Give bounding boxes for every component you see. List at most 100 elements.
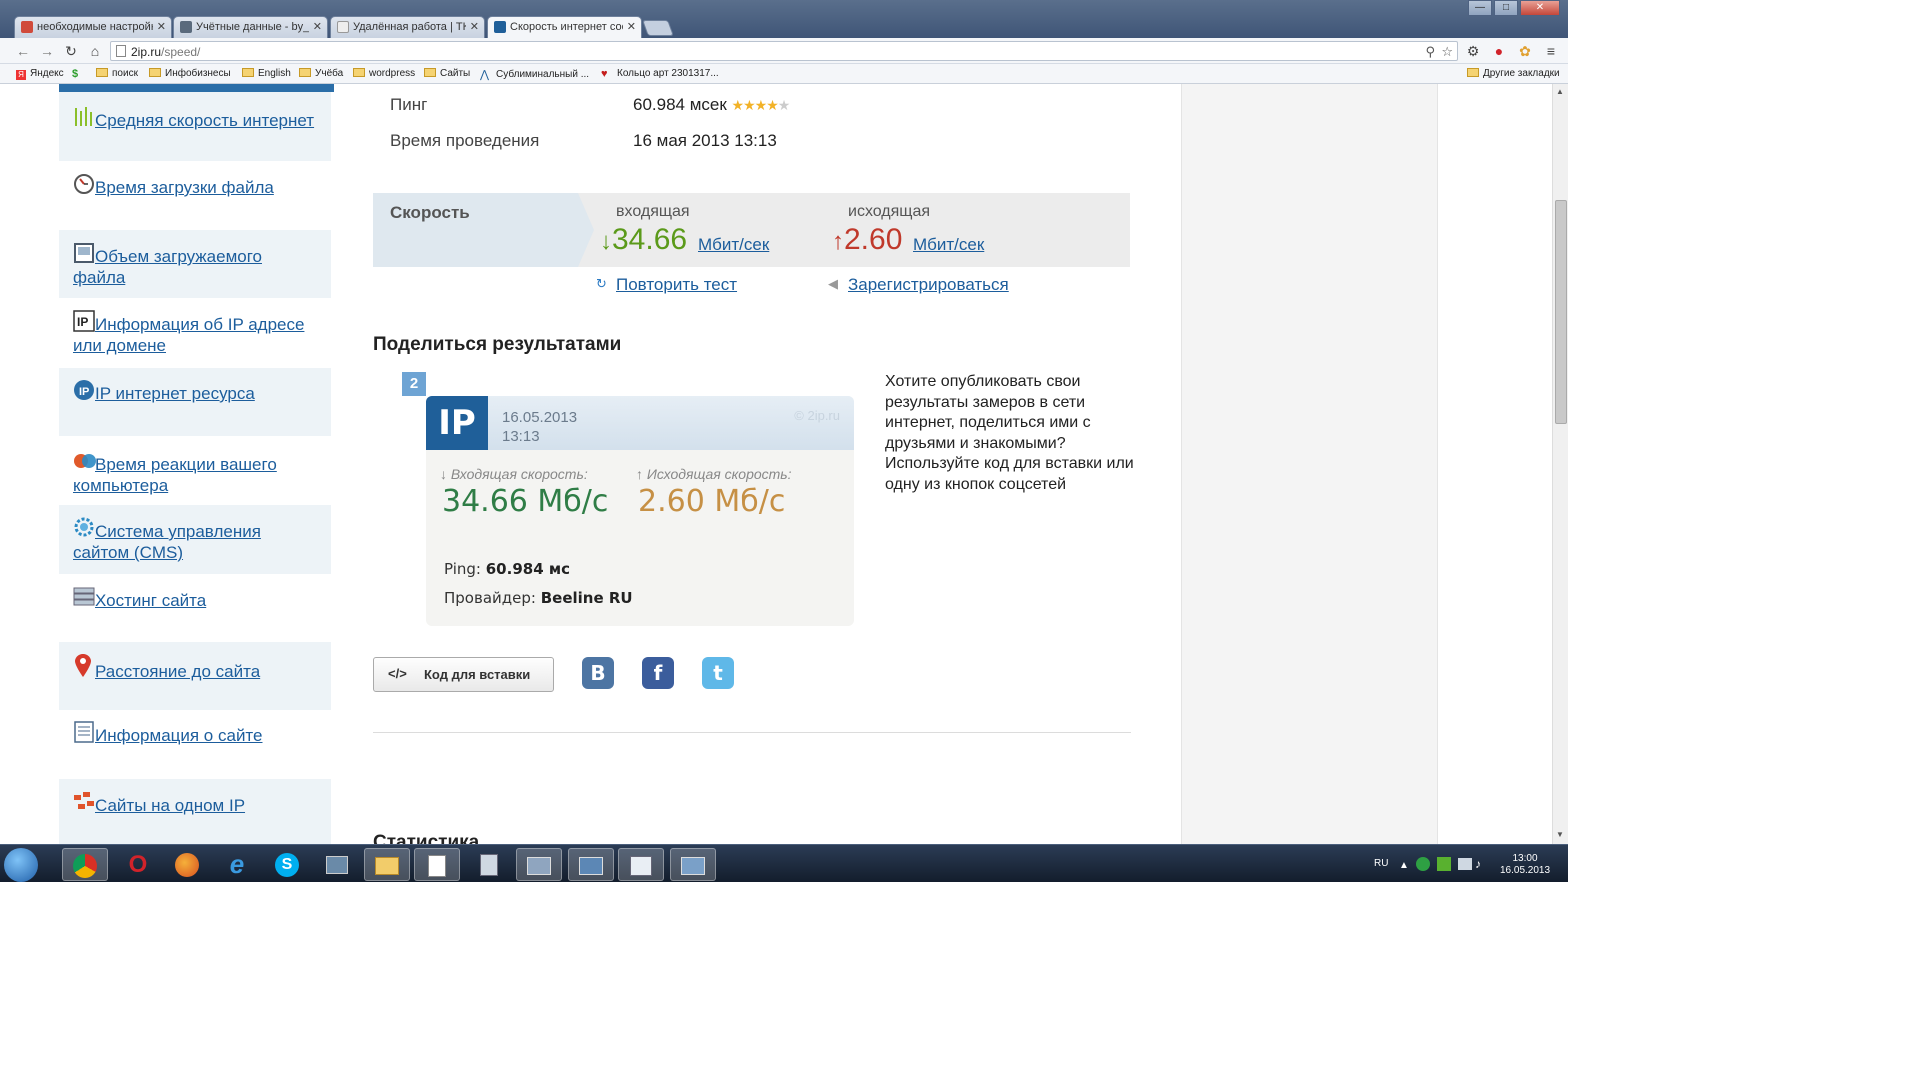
sidebar-item-avg-speed[interactable]: Средняя скорость интернет — [59, 92, 331, 161]
tray-app-icon[interactable] — [1437, 857, 1451, 871]
start-button[interactable] — [4, 848, 38, 882]
taskbar-app-6[interactable] — [314, 848, 360, 881]
bookmark-yandex[interactable]: Я Яндекс — [16, 68, 64, 80]
document-icon — [73, 721, 94, 743]
close-tab-icon[interactable]: ✕ — [470, 20, 479, 33]
sidebar-link[interactable]: Время реакции вашего компьютера — [73, 455, 277, 495]
reload-button[interactable]: ↻ — [62, 42, 80, 60]
vk-share-button[interactable]: B — [582, 657, 614, 689]
twitter-share-button[interactable]: t — [702, 657, 734, 689]
close-window-button[interactable]: ✕ — [1520, 0, 1560, 16]
browser-tab-1[interactable]: необходимые настройки ✕ — [14, 16, 172, 38]
triangle-icon: ⋀ — [480, 69, 490, 81]
utorrent-tray-icon[interactable] — [1416, 857, 1430, 871]
sidebar-item-site-info[interactable]: Информация о сайте — [59, 710, 331, 779]
scroll-down-icon[interactable]: ▼ — [1556, 830, 1564, 839]
taskbar-skype[interactable]: S — [264, 848, 310, 881]
sidebar-link[interactable]: Расстояние до сайта — [95, 662, 260, 681]
sidebar-link[interactable]: Информация об IP адресе или домене — [73, 315, 304, 355]
taskbar-app-13[interactable] — [670, 848, 716, 881]
scroll-thumb[interactable] — [1555, 200, 1567, 424]
taskbar-paint[interactable] — [618, 848, 664, 881]
taskbar-chrome[interactable] — [62, 848, 108, 881]
bookmark-folder-infobiz[interactable]: Инфобизнесы — [149, 68, 231, 79]
network-tray-icon[interactable] — [1458, 858, 1472, 870]
window-icon — [579, 857, 603, 876]
menu-icon[interactable]: ≡ — [1542, 42, 1560, 60]
bookmark-folder-english[interactable]: English — [242, 68, 291, 79]
bookmark-star-icon[interactable]: ☆ — [1441, 44, 1453, 60]
system-clock[interactable]: 13:00 16.05.2013 — [1500, 853, 1550, 877]
outgoing-unit-link[interactable]: Мбит/сек — [913, 235, 984, 255]
sidebar-link[interactable]: Время загрузки файла — [95, 178, 274, 197]
address-bar[interactable]: 2ip.ru/speed/ ⚲ ☆ — [110, 41, 1458, 61]
browser-tab-active[interactable]: Скорость интернет соед ✕ — [487, 16, 642, 38]
facebook-share-button[interactable]: f — [642, 657, 674, 689]
volume-tray-icon[interactable]: ♪ — [1475, 857, 1481, 871]
taskbar-firefox[interactable] — [164, 848, 210, 881]
sidebar-link[interactable]: Сайты на одном IP — [95, 796, 245, 815]
bookmark-label: Инфобизнесы — [165, 68, 231, 79]
sidebar-item-ip-resource[interactable]: IP IP интернет ресурса — [59, 368, 331, 436]
sidebar-item-reaction-time[interactable]: Время реакции вашего компьютера — [59, 436, 331, 505]
monitor-icon — [326, 856, 348, 875]
bookmark-folder-wordpress[interactable]: wordpress — [353, 68, 415, 79]
sidebar-link[interactable]: Средняя скорость интернет — [95, 111, 314, 130]
taskbar-ie[interactable]: e — [214, 848, 260, 881]
sidebar-item-download-time[interactable]: Время загрузки файла — [59, 161, 331, 230]
sidebar-link[interactable]: Хостинг сайта — [95, 591, 206, 610]
maximize-button[interactable]: □ — [1494, 0, 1518, 16]
scroll-up-icon[interactable]: ▲ — [1556, 87, 1564, 96]
back-button[interactable]: ← — [14, 42, 32, 60]
outgoing-label: исходящая — [848, 203, 931, 220]
sidebar-item-file-size[interactable]: Объем загружаемого файла — [59, 230, 331, 298]
incoming-unit-link[interactable]: Мбит/сек — [698, 235, 769, 255]
settings-gear-icon[interactable]: ⚙ — [1464, 42, 1482, 60]
minimize-button[interactable]: — — [1468, 0, 1492, 16]
new-tab-button[interactable] — [642, 20, 674, 36]
home-button[interactable]: ⌂ — [86, 42, 104, 60]
sidebar-item-cms[interactable]: Система управления сайтом (CMS) — [59, 505, 331, 574]
close-tab-icon[interactable]: ✕ — [627, 20, 636, 33]
sidebar-link[interactable]: IP интернет ресурса — [95, 384, 255, 403]
taskbar-calculator[interactable] — [466, 848, 512, 881]
retest-link[interactable]: Повторить тест — [616, 275, 737, 295]
bookmark-folder-sites[interactable]: Сайты — [424, 68, 470, 79]
bookmark-ring[interactable]: ♥ Кольцо арт 2301317... — [601, 68, 719, 80]
taskbar-opera[interactable]: O — [115, 848, 161, 881]
close-tab-icon[interactable]: ✕ — [157, 20, 166, 33]
speed-bars-icon — [73, 106, 93, 126]
sidebar-link[interactable]: Информация о сайте — [95, 726, 263, 745]
register-link[interactable]: Зарегистрироваться — [848, 275, 1009, 295]
bookmark-folder-search[interactable]: поиск — [96, 68, 138, 79]
sidebar-item-distance[interactable]: Расстояние до сайта — [59, 642, 331, 710]
sidebar-item-hosting[interactable]: Хостинг сайта — [59, 574, 331, 642]
browser-tab-2[interactable]: Учётные данные - by_ma ✕ — [173, 16, 328, 38]
puzzle-extension-icon[interactable]: ✿ — [1516, 42, 1534, 60]
taskbar-explorer[interactable] — [364, 848, 410, 881]
taskbar-app-10[interactable] — [516, 848, 562, 881]
sidebar-link[interactable]: Объем загружаемого файла — [73, 247, 262, 287]
bookmark-folder-study[interactable]: Учёба — [299, 68, 343, 79]
browser-tab-3[interactable]: Удалённая работа | ТКС ✕ — [330, 16, 485, 38]
bookmark-money[interactable]: $ — [72, 68, 88, 80]
embed-code-button[interactable]: </> Код для вставки — [373, 657, 554, 692]
sidebar-link[interactable]: Система управления сайтом (CMS) — [73, 522, 261, 562]
sidebar-item-same-ip[interactable]: Сайты на одном IP — [59, 779, 331, 844]
page-scrollbar[interactable]: ▲ ▼ — [1552, 84, 1568, 844]
sidebar-item-ip-info[interactable]: IP Информация об IP адресе или домене — [59, 298, 331, 368]
language-indicator[interactable]: RU — [1374, 858, 1388, 869]
ie-icon: e — [229, 849, 245, 879]
bookmark-label: Учёба — [315, 68, 344, 79]
taskbar-app-11[interactable] — [568, 848, 614, 881]
forward-button[interactable]: → — [38, 42, 56, 60]
close-tab-icon[interactable]: ✕ — [313, 20, 322, 33]
opera-extension-icon[interactable]: ● — [1490, 42, 1508, 60]
bookmark-other[interactable]: Другие закладки — [1467, 68, 1560, 79]
ip-logo: IP — [426, 396, 488, 450]
bookmark-subliminal[interactable]: ⋀ Сублиминальный ... — [480, 68, 589, 81]
search-icon[interactable]: ⚲ — [1425, 44, 1435, 60]
tray-expand-icon[interactable]: ▲ — [1399, 860, 1409, 871]
taskbar-notepad[interactable] — [414, 848, 460, 881]
url-path: /speed/ — [161, 45, 201, 59]
